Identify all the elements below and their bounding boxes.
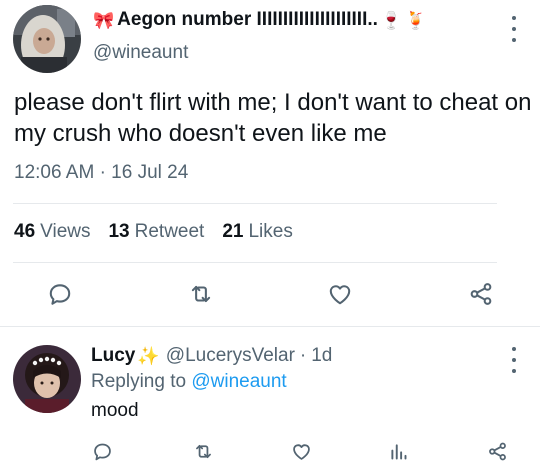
meta-separator: · xyxy=(299,345,307,366)
reply-author-avatar[interactable] xyxy=(13,345,81,413)
likes-stat[interactable]: 21 Likes xyxy=(222,221,293,243)
replying-to-mention[interactable]: @wineaunt xyxy=(191,371,286,392)
reply-time[interactable]: 1d xyxy=(311,345,332,367)
main-tweet: 🎀 Aegon number IIIIIIIIIIIIIIIIIIIII.. 🍷… xyxy=(0,0,540,327)
ribbon-emoji-icon: 🎀 xyxy=(93,10,115,30)
reply-icon[interactable] xyxy=(91,440,113,462)
reply-text: mood xyxy=(91,400,139,421)
views-icon[interactable] xyxy=(387,440,409,462)
likes-label: Likes xyxy=(248,221,293,242)
like-icon[interactable] xyxy=(290,440,312,462)
views-stat[interactable]: 46 Views xyxy=(14,221,90,243)
share-icon[interactable] xyxy=(486,440,508,462)
sparkles-emoji-icon: ✨ xyxy=(137,345,160,366)
views-count: 46 xyxy=(14,221,36,242)
tropical-drink-emoji-icon: 🍹 xyxy=(405,10,427,30)
retweets-stat[interactable]: 13 Retweet xyxy=(108,221,204,243)
replying-to-label: Replying to xyxy=(91,371,187,392)
views-label: Views xyxy=(40,221,91,242)
reply-tweet: Lucy ✨ @LucerysVelar · 1d Replying to @w… xyxy=(0,327,540,468)
like-icon[interactable] xyxy=(326,280,354,308)
author-display-name[interactable]: 🎀 Aegon number IIIIIIIIIIIIIIIIIIIII.. 🍷… xyxy=(93,9,426,31)
replying-to: Replying to @wineaunt xyxy=(91,371,287,393)
tweet-stats: 46 Views 13 Retweet 21 Likes xyxy=(14,221,293,243)
tweet-text: please don't flirt with me; I don't want… xyxy=(14,89,532,147)
retweets-count: 13 xyxy=(108,221,130,242)
reply-author-name[interactable]: Lucy xyxy=(91,345,135,367)
tweet-time: 12:06 AM xyxy=(14,162,95,183)
retweet-icon[interactable] xyxy=(192,440,214,462)
divider xyxy=(13,203,497,204)
reply-icon[interactable] xyxy=(46,280,74,308)
tweet-timestamp[interactable]: 12:06 AM · 16 Jul 24 xyxy=(14,162,188,184)
meta-separator: · xyxy=(99,162,106,183)
likes-count: 21 xyxy=(222,221,244,242)
author-handle[interactable]: @wineaunt xyxy=(93,42,188,64)
tweet-date: 16 Jul 24 xyxy=(111,162,189,183)
divider xyxy=(13,262,497,263)
wine-glass-emoji-icon: 🍷 xyxy=(380,10,403,30)
author-avatar[interactable] xyxy=(13,5,81,73)
reply-header: Lucy ✨ @LucerysVelar · 1d xyxy=(91,345,332,367)
author-name-text: Aegon number IIIIIIIIIIIIIIIIIIIII.. xyxy=(117,9,378,30)
share-icon[interactable] xyxy=(467,280,495,308)
retweets-label: Retweet xyxy=(134,221,205,242)
retweet-icon[interactable] xyxy=(187,280,215,308)
reply-author-handle[interactable]: @LucerysVelar xyxy=(166,345,295,367)
more-options-icon[interactable] xyxy=(509,16,519,42)
more-options-icon[interactable] xyxy=(509,347,519,373)
